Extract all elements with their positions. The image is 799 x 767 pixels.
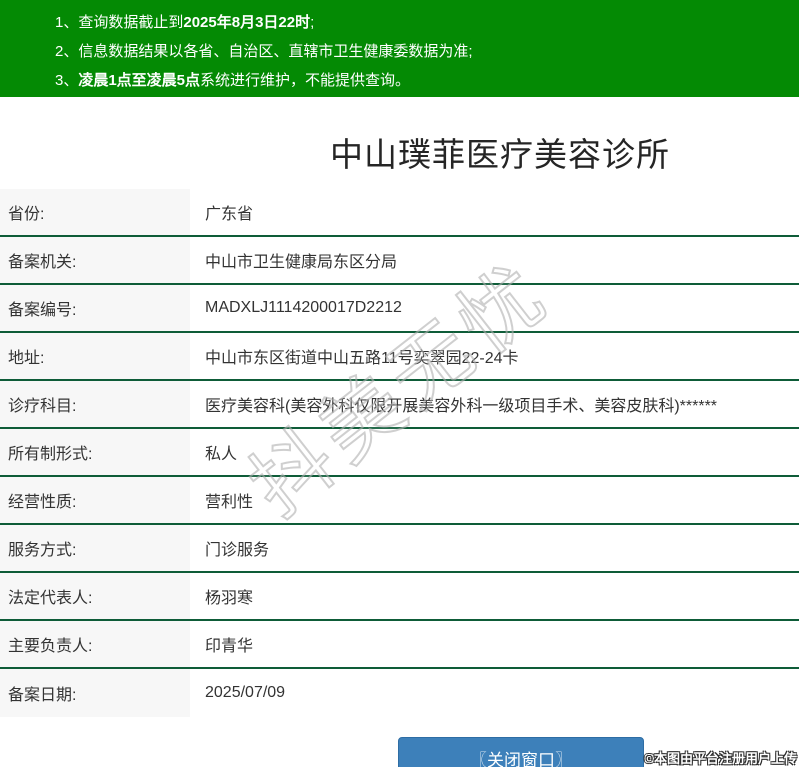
row-value: 广东省 bbox=[190, 189, 799, 235]
row-value: 2025/07/09 bbox=[190, 669, 799, 717]
info-table: 省份: 广东省 备案机关: 中山市卫生健康局东区分局 备案编号: MADXLJ1… bbox=[0, 189, 799, 717]
close-window-button[interactable]: 〖关闭窗口〗 bbox=[398, 737, 644, 767]
row-value: 中山市东区街道中山五路11号奕翠园22-24卡 bbox=[190, 333, 799, 379]
attribution-text: ©本图由平台注册用户上传 bbox=[644, 748, 797, 767]
notice-number: 2、 bbox=[55, 43, 78, 60]
notice-text-bold: 2025年8月3日22时 bbox=[183, 14, 310, 31]
row-value: 营利性 bbox=[190, 477, 799, 523]
notice-text: 信息数据结果以各省、自治区、直辖市卫生健康委数据为准; bbox=[78, 43, 472, 60]
notice-text: 系统进行维护，不能提供查询。 bbox=[200, 72, 410, 89]
table-row: 诊疗科目: 医疗美容科(美容外科仅限开展美容外科一级项目手术、美容皮肤科)***… bbox=[0, 381, 799, 429]
table-row: 备案机关: 中山市卫生健康局东区分局 bbox=[0, 237, 799, 285]
table-row: 地址: 中山市东区街道中山五路11号奕翠园22-24卡 bbox=[0, 333, 799, 381]
row-value: 医疗美容科(美容外科仅限开展美容外科一级项目手术、美容皮肤科)****** bbox=[190, 381, 799, 427]
row-value: 中山市卫生健康局东区分局 bbox=[190, 237, 799, 283]
row-value: 印青华 bbox=[190, 621, 799, 667]
row-label: 所有制形式: bbox=[0, 429, 190, 475]
row-label: 备案日期: bbox=[0, 669, 190, 717]
row-label: 经营性质: bbox=[0, 477, 190, 523]
row-label: 主要负责人: bbox=[0, 621, 190, 667]
notice-number: 1、 bbox=[55, 14, 78, 31]
notice-text: 查询数据截止到 bbox=[78, 14, 183, 31]
table-row: 省份: 广东省 bbox=[0, 189, 799, 237]
notice-line: 1、查询数据截止到2025年8月3日22时; bbox=[55, 8, 799, 37]
row-value: MADXLJ1114200017D2212 bbox=[190, 285, 799, 331]
row-value: 私人 bbox=[190, 429, 799, 475]
page-title: 中山璞菲医疗美容诊所 bbox=[0, 128, 799, 176]
notice-text-bold: 凌晨1点至凌晨5点 bbox=[78, 72, 200, 89]
row-label: 备案编号: bbox=[0, 285, 190, 331]
row-label: 省份: bbox=[0, 189, 190, 235]
table-row: 备案日期: 2025/07/09 bbox=[0, 669, 799, 717]
table-row: 备案编号: MADXLJ1114200017D2212 bbox=[0, 285, 799, 333]
notice-line: 3、凌晨1点至凌晨5点系统进行维护，不能提供查询。 bbox=[55, 66, 799, 95]
table-row: 经营性质: 营利性 bbox=[0, 477, 799, 525]
row-label: 地址: bbox=[0, 333, 190, 379]
row-label: 诊疗科目: bbox=[0, 381, 190, 427]
notice-text: ; bbox=[310, 14, 314, 31]
table-row: 所有制形式: 私人 bbox=[0, 429, 799, 477]
table-row: 主要负责人: 印青华 bbox=[0, 621, 799, 669]
notice-banner: 1、查询数据截止到2025年8月3日22时; 2、信息数据结果以各省、自治区、直… bbox=[0, 0, 799, 97]
row-label: 法定代表人: bbox=[0, 573, 190, 619]
table-row: 法定代表人: 杨羽寒 bbox=[0, 573, 799, 621]
row-value: 杨羽寒 bbox=[190, 573, 799, 619]
notice-number: 3、 bbox=[55, 72, 78, 89]
notice-line: 2、信息数据结果以各省、自治区、直辖市卫生健康委数据为准; bbox=[55, 37, 799, 66]
row-value: 门诊服务 bbox=[190, 525, 799, 571]
query-result-page: 1、查询数据截止到2025年8月3日22时; 2、信息数据结果以各省、自治区、直… bbox=[0, 0, 799, 767]
table-row: 服务方式: 门诊服务 bbox=[0, 525, 799, 573]
row-label: 备案机关: bbox=[0, 237, 190, 283]
row-label: 服务方式: bbox=[0, 525, 190, 571]
